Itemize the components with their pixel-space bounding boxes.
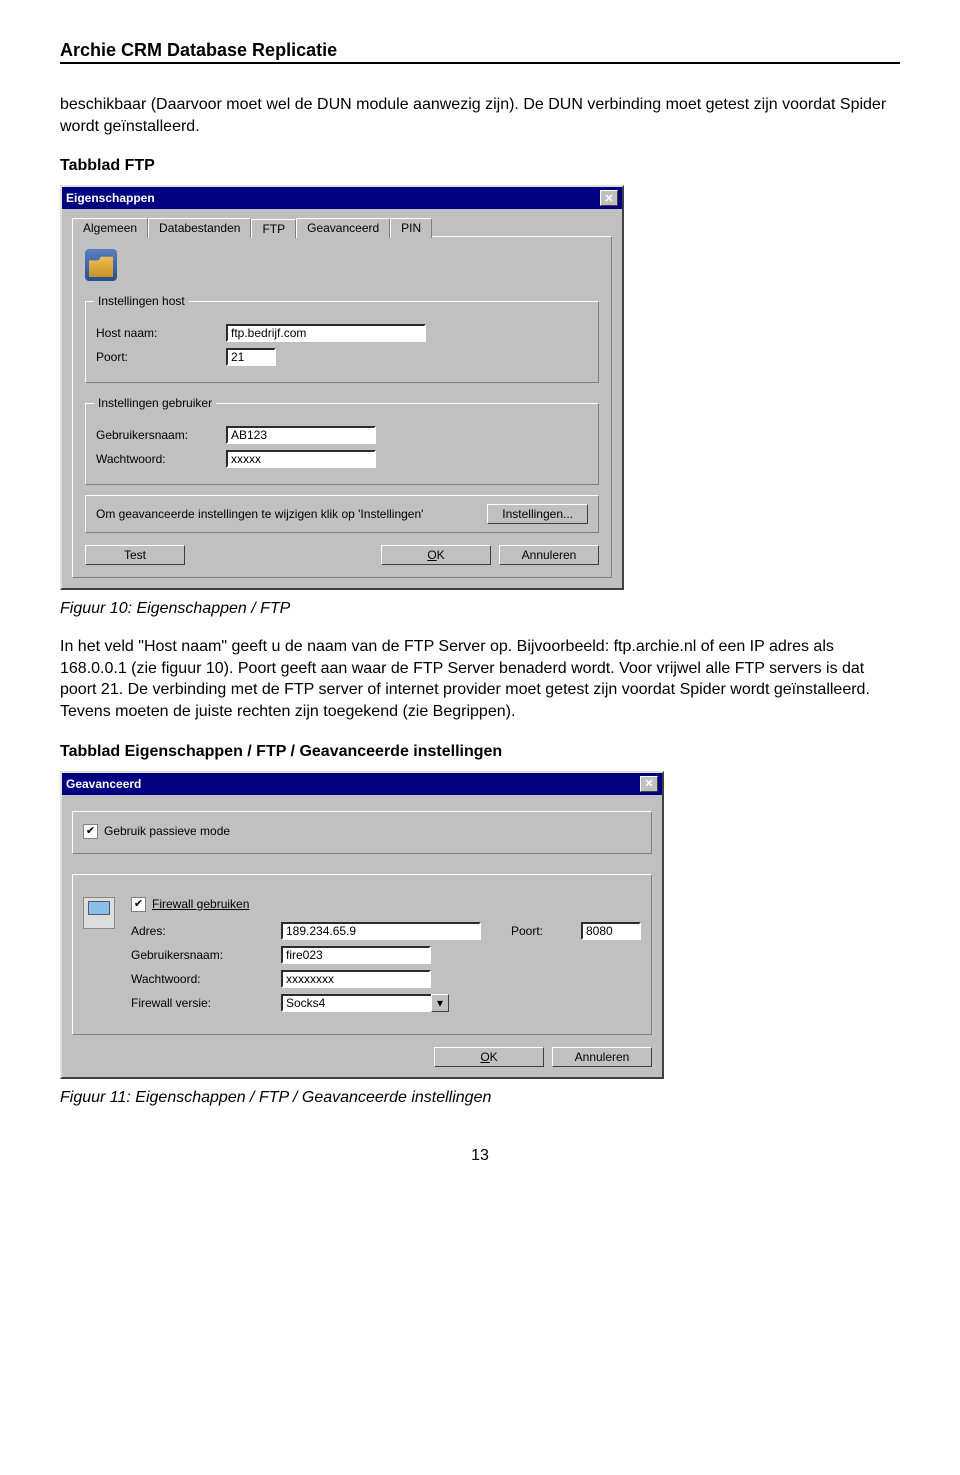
group-firewall: ✔ Firewall gebruiken Adres: Poort: Gebru…: [72, 874, 652, 1035]
address-input[interactable]: [281, 922, 481, 940]
figure-11-caption: Figuur 11: Eigenschappen / FTP / Geavanc…: [60, 1089, 900, 1107]
fw-port-input[interactable]: [581, 922, 641, 940]
close-icon[interactable]: ✕: [600, 190, 618, 206]
ftp-paragraph: In het veld "Host naam" geeft u de naam …: [60, 636, 900, 722]
dialog-title: Geavanceerd: [66, 777, 141, 791]
cancel-button[interactable]: Annuleren: [499, 545, 599, 565]
fw-username-label: Gebruikersnaam:: [131, 948, 271, 962]
heading-geavanceerd: Tabblad Eigenschappen / FTP / Geavanceer…: [60, 743, 900, 761]
group-user: Instellingen gebruiker Gebruikersnaam: W…: [85, 403, 599, 485]
group-host: Instellingen host Host naam: Poort:: [85, 301, 599, 383]
tab-algemeen[interactable]: Algemeen: [72, 218, 148, 238]
fw-port-label: Poort:: [511, 924, 571, 938]
dialog-geavanceerd: Geavanceerd ✕ ✔ Gebruik passieve mode ✔ …: [60, 771, 664, 1079]
intro-paragraph: beschikbaar (Daarvoor moet wel de DUN mo…: [60, 94, 900, 137]
folder-icon: [85, 249, 117, 281]
checkbox-firewall[interactable]: ✔: [131, 897, 146, 912]
close-icon[interactable]: ✕: [640, 776, 658, 792]
fw-password-label: Wachtwoord:: [131, 972, 271, 986]
passive-mode-label: Gebruik passieve mode: [104, 824, 230, 838]
dialog-title: Eigenschappen: [66, 191, 155, 205]
password-label: Wachtwoord:: [96, 452, 216, 466]
port-input[interactable]: [226, 348, 276, 366]
port-label: Poort:: [96, 350, 216, 364]
username-label: Gebruikersnaam:: [96, 428, 216, 442]
host-name-label: Host naam:: [96, 326, 216, 340]
computer-icon: [83, 897, 115, 929]
fw-password-input[interactable]: [281, 970, 431, 988]
page-title: Archie CRM Database Replicatie: [60, 40, 900, 64]
fw-version-label: Firewall versie:: [131, 996, 271, 1010]
password-input[interactable]: [226, 450, 376, 468]
fw-username-input[interactable]: [281, 946, 431, 964]
heading-tabblad-ftp: Tabblad FTP: [60, 157, 900, 175]
username-input[interactable]: [226, 426, 376, 444]
figure-10-caption: Figuur 10: Eigenschappen / FTP: [60, 600, 900, 618]
group-user-legend: Instellingen gebruiker: [94, 396, 216, 410]
tab-geavanceerd[interactable]: Geavanceerd: [296, 218, 390, 238]
host-name-input[interactable]: [226, 324, 426, 342]
dialog-eigenschappen: Eigenschappen ✕ Algemeen Databestanden F…: [60, 185, 624, 590]
firewall-use-label: Firewall gebruiken: [152, 897, 249, 911]
test-button[interactable]: Test: [85, 545, 185, 565]
tab-databestanden[interactable]: Databestanden: [148, 218, 251, 238]
advanced-hint-text: Om geavanceerde instellingen te wijzigen…: [96, 507, 423, 521]
ok-button[interactable]: OK: [381, 545, 491, 565]
instellingen-button[interactable]: Instellingen...: [487, 504, 588, 524]
chevron-down-icon[interactable]: ▾: [431, 994, 449, 1012]
group-passive: ✔ Gebruik passieve mode: [72, 811, 652, 854]
tab-pin[interactable]: PIN: [390, 218, 432, 238]
tab-ftp[interactable]: FTP: [251, 219, 296, 239]
ok-button[interactable]: OK: [434, 1047, 544, 1067]
fw-version-select[interactable]: ▾: [281, 994, 449, 1012]
cancel-button[interactable]: Annuleren: [552, 1047, 652, 1067]
address-label: Adres:: [131, 924, 271, 938]
page-number: 13: [60, 1147, 900, 1165]
checkbox-passive[interactable]: ✔: [83, 824, 98, 839]
group-host-legend: Instellingen host: [94, 294, 189, 308]
fw-version-value[interactable]: [281, 994, 431, 1012]
